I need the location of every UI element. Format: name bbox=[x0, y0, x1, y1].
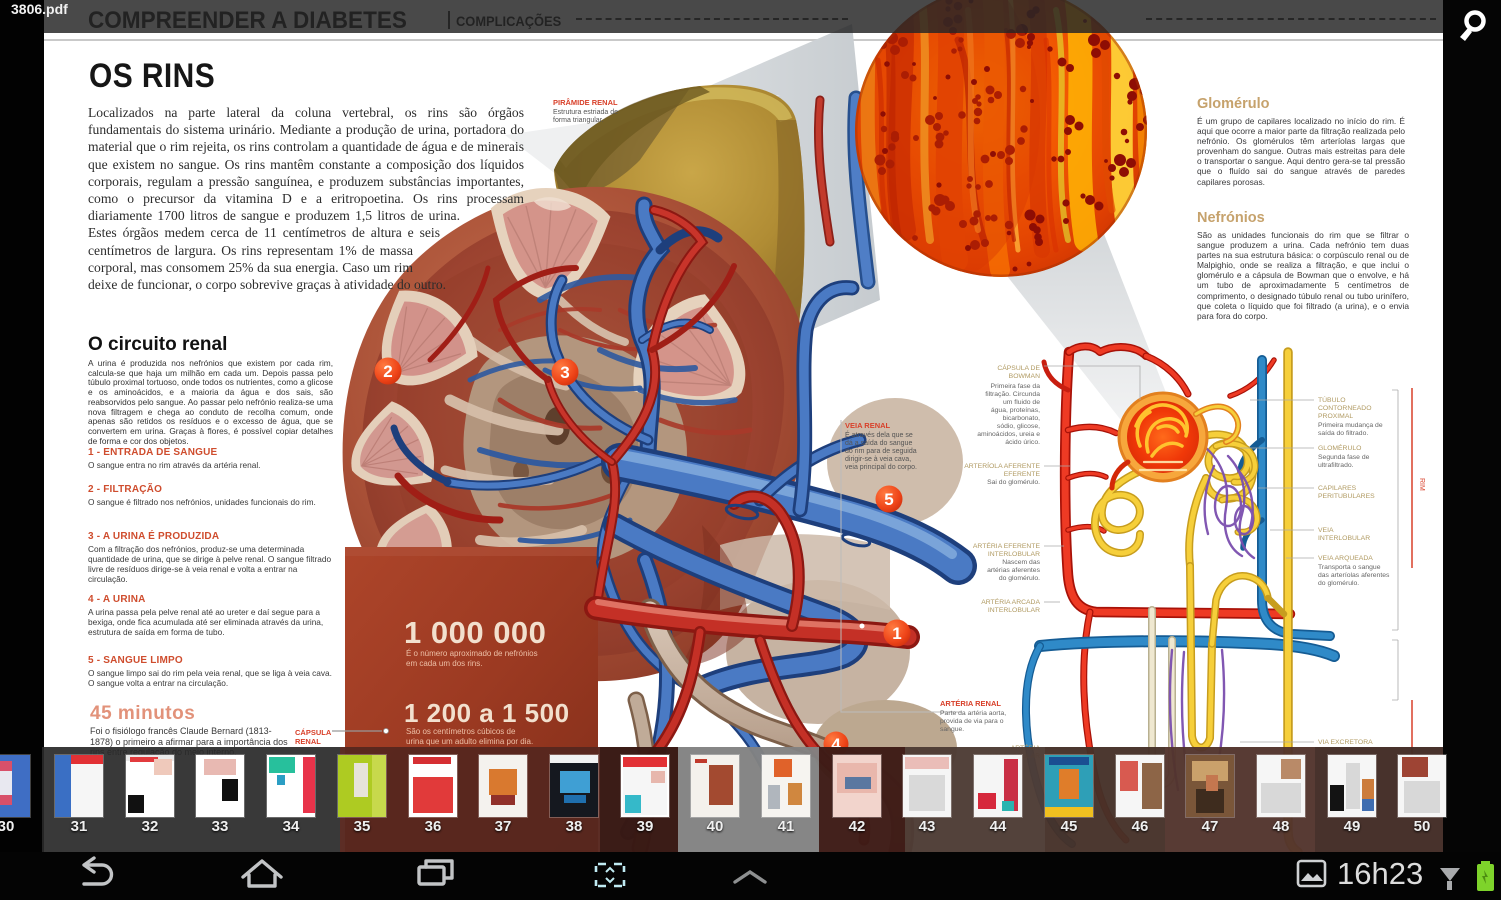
svg-text:VEIA: VEIA bbox=[1318, 527, 1334, 534]
svg-text:5: 5 bbox=[884, 490, 893, 509]
svg-text:do rim para de seguida: do rim para de seguida bbox=[845, 448, 917, 455]
svg-text:do glomérulo.: do glomérulo. bbox=[999, 575, 1040, 582]
svg-text:ARTÉRIA ARCADA: ARTÉRIA ARCADA bbox=[981, 597, 1040, 606]
svg-text:INTERLOBULAR: INTERLOBULAR bbox=[988, 607, 1040, 614]
svg-text:das arteríolas aferentes: das arteríolas aferentes bbox=[1318, 572, 1390, 579]
svg-text:PROXIMAL: PROXIMAL bbox=[1318, 413, 1353, 420]
svg-text:aminoácidos, ureia e: aminoácidos, ureia e bbox=[977, 431, 1040, 438]
svg-text:CÁPSULA DE: CÁPSULA DE bbox=[997, 363, 1040, 372]
svg-text:É o número aproximado de nefró: É o número aproximado de nefrónios bbox=[406, 649, 538, 658]
svg-text:VEIA RENAL: VEIA RENAL bbox=[845, 421, 891, 430]
svg-text:Primeira mudança de: Primeira mudança de bbox=[1318, 422, 1383, 429]
svg-text:TÚBULO: TÚBULO bbox=[1318, 395, 1346, 404]
svg-text:sódio, glicose,: sódio, glicose, bbox=[997, 423, 1040, 430]
svg-text:Segunda fase de: Segunda fase de bbox=[1318, 454, 1370, 461]
svg-text:sangue.: sangue. bbox=[940, 726, 964, 733]
svg-text:Transporta o sangue: Transporta o sangue bbox=[1318, 564, 1381, 571]
svg-text:INTERLOBULAR: INTERLOBULAR bbox=[1318, 535, 1370, 542]
svg-text:BOWMAN: BOWMAN bbox=[1009, 373, 1040, 380]
svg-text:ARTÉRIA EFERENTE: ARTÉRIA EFERENTE bbox=[973, 541, 1041, 550]
svg-text:Primeira fase da: Primeira fase da bbox=[991, 383, 1041, 390]
svg-text:É através dela que se: É através dela que se bbox=[845, 430, 913, 439]
svg-text:CONTORNEADO: CONTORNEADO bbox=[1318, 405, 1372, 412]
svg-text:bicarbonato,: bicarbonato, bbox=[1003, 415, 1041, 422]
svg-text:um fluido de: um fluido de bbox=[1003, 399, 1040, 406]
svg-text:PERITUBULARES: PERITUBULARES bbox=[1318, 493, 1375, 500]
svg-text:CÁPSULA: CÁPSULA bbox=[295, 728, 332, 737]
svg-text:em cada um dos rins.: em cada um dos rins. bbox=[406, 659, 482, 668]
svg-text:ácido úrico.: ácido úrico. bbox=[1005, 439, 1040, 446]
svg-text:VIA EXCRETORA: VIA EXCRETORA bbox=[1318, 739, 1373, 746]
svg-text:1: 1 bbox=[892, 624, 901, 643]
svg-text:3: 3 bbox=[560, 363, 569, 382]
svg-text:1 200 a 1 500: 1 200 a 1 500 bbox=[404, 698, 570, 728]
svg-text:1 000 000: 1 000 000 bbox=[404, 615, 546, 650]
svg-text:Parte da artéria aorta,: Parte da artéria aorta, bbox=[940, 710, 1006, 717]
svg-text:veia principal do corpo.: veia principal do corpo. bbox=[845, 464, 917, 471]
svg-text:Sai do glomérulo.: Sai do glomérulo. bbox=[987, 479, 1040, 486]
svg-text:EFERENTE: EFERENTE bbox=[1004, 471, 1041, 478]
svg-text:do glomérulo.: do glomérulo. bbox=[1318, 580, 1359, 587]
svg-text:dirigir-se à veia cava,: dirigir-se à veia cava, bbox=[845, 456, 911, 463]
svg-text:GLOMÉRULO: GLOMÉRULO bbox=[1318, 443, 1361, 452]
svg-text:RIM: RIM bbox=[1418, 478, 1425, 491]
svg-text:PIRÂMIDE RENAL: PIRÂMIDE RENAL bbox=[553, 98, 618, 107]
svg-text:provida de via para o: provida de via para o bbox=[940, 718, 1004, 725]
svg-text:água, proteínas,: água, proteínas, bbox=[991, 407, 1040, 414]
svg-text:CAPILARES: CAPILARES bbox=[1318, 485, 1357, 492]
svg-text:ARTÉRIA RENAL: ARTÉRIA RENAL bbox=[940, 699, 1001, 708]
svg-text:VEIA ARQUEADA: VEIA ARQUEADA bbox=[1318, 555, 1373, 562]
svg-text:saída do filtrado.: saída do filtrado. bbox=[1318, 430, 1368, 437]
svg-text:forma triangular.: forma triangular. bbox=[553, 117, 604, 124]
svg-text:INTERLOBULAR: INTERLOBULAR bbox=[988, 551, 1040, 558]
svg-text:urina que um adulto elimina po: urina que um adulto elimina por dia. bbox=[406, 737, 533, 746]
svg-text:RENAL: RENAL bbox=[295, 737, 321, 746]
svg-text:filtração. Circunda: filtração. Circunda bbox=[985, 391, 1040, 398]
svg-text:ultrafiltrado.: ultrafiltrado. bbox=[1318, 462, 1354, 469]
svg-text:São os centímetros cúbicos de: São os centímetros cúbicos de bbox=[406, 727, 516, 736]
svg-text:ARTERÍOLA AFERENTE: ARTERÍOLA AFERENTE bbox=[964, 461, 1040, 470]
svg-text:Estrutura estriada de: Estrutura estriada de bbox=[553, 109, 618, 116]
svg-text:artérias aferentes: artérias aferentes bbox=[987, 567, 1040, 574]
svg-text:Nascem das: Nascem das bbox=[1002, 559, 1040, 566]
svg-text:dá a saída do sangue: dá a saída do sangue bbox=[845, 440, 912, 447]
